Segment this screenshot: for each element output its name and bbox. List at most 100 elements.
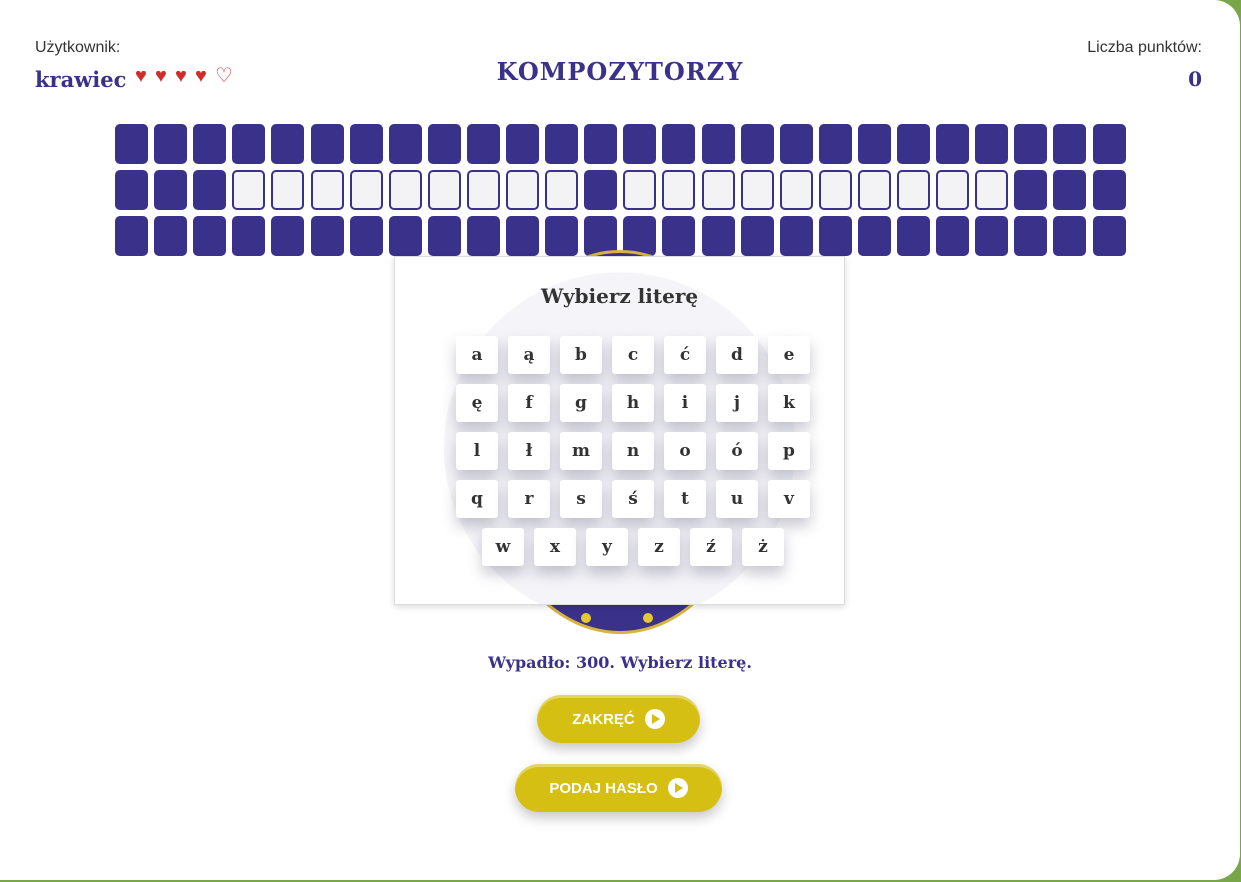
board-tile-filler xyxy=(154,170,187,210)
letter-key[interactable]: z xyxy=(638,528,680,566)
board-tile-filler xyxy=(819,216,852,256)
board-tile-filler xyxy=(350,124,383,164)
board-tile-filler xyxy=(1093,124,1126,164)
board-tile-filler xyxy=(662,216,695,256)
letter-slot-hidden xyxy=(271,170,304,210)
board-tile-filler xyxy=(623,124,656,164)
guess-button-label: PODAJ HASŁO xyxy=(549,779,658,797)
letter-key[interactable]: x xyxy=(534,528,576,566)
spin-button[interactable]: ZAKRĘĆ xyxy=(537,695,700,743)
letter-slot-hidden xyxy=(897,170,930,210)
letter-key[interactable]: p xyxy=(768,432,810,470)
letter-key[interactable]: ę xyxy=(456,384,498,422)
letter-key[interactable]: ź xyxy=(690,528,732,566)
board-tile-filler xyxy=(1014,124,1047,164)
letter-key[interactable]: a xyxy=(456,336,498,374)
board-tile-filler xyxy=(467,216,500,256)
board-tile-filler xyxy=(115,216,148,256)
letter-slot-hidden xyxy=(311,170,344,210)
letter-key[interactable]: b xyxy=(560,336,602,374)
letter-slot-hidden xyxy=(623,170,656,210)
board-tile-filler xyxy=(428,124,461,164)
letter-key[interactable]: r xyxy=(508,480,550,518)
letter-key[interactable]: i xyxy=(664,384,706,422)
letter-key[interactable]: k xyxy=(768,384,810,422)
letter-key[interactable]: m xyxy=(560,432,602,470)
letter-key[interactable]: t xyxy=(664,480,706,518)
board-tile-filler xyxy=(506,124,539,164)
letter-slot-hidden xyxy=(232,170,265,210)
letter-slot-hidden xyxy=(389,170,422,210)
letter-slot-hidden xyxy=(936,170,969,210)
letter-slot-hidden xyxy=(662,170,695,210)
letter-picker-title: Wybierz literę xyxy=(540,284,699,308)
letter-slot-hidden xyxy=(350,170,383,210)
letter-key[interactable]: n xyxy=(612,432,654,470)
board-tile-filler xyxy=(389,216,422,256)
letter-key[interactable]: s xyxy=(560,480,602,518)
letter-slot-hidden xyxy=(545,170,578,210)
board-tile-filler xyxy=(1093,216,1126,256)
letter-key[interactable]: o xyxy=(664,432,706,470)
board-tile-filler xyxy=(858,216,891,256)
board-tile-filler xyxy=(311,124,344,164)
letter-key[interactable]: ć xyxy=(664,336,706,374)
user-label: Użytkownik: xyxy=(35,39,121,56)
letter-key[interactable]: u xyxy=(716,480,758,518)
letter-slot-hidden xyxy=(506,170,539,210)
board-tile-filler xyxy=(545,124,578,164)
board-tile-filler xyxy=(1053,216,1086,256)
letter-key[interactable]: ł xyxy=(508,432,550,470)
board-tile-filler xyxy=(702,216,735,256)
play-icon xyxy=(667,778,688,798)
spin-button-label: ZAKRĘĆ xyxy=(572,710,635,728)
letter-key[interactable]: ą xyxy=(508,336,550,374)
score-value: 0 xyxy=(1188,67,1202,91)
letter-key[interactable]: ż xyxy=(742,528,784,566)
letter-key[interactable]: ś xyxy=(612,480,654,518)
board-tile-filler xyxy=(271,216,304,256)
board-tile-filler xyxy=(232,124,265,164)
guess-password-button[interactable]: PODAJ HASŁO xyxy=(515,764,722,812)
board-tile-filler xyxy=(1014,170,1047,210)
category-title: KOMPOZYTORZY xyxy=(496,57,744,86)
board-tile-filler xyxy=(897,216,930,256)
game-card: Użytkownik: krawiec ♥ ♥ ♥ ♥ ♡ KOMPOZYTORZY L… xyxy=(0,0,1240,880)
board-tile-filler xyxy=(193,170,226,210)
letter-key[interactable]: y xyxy=(586,528,628,566)
board-tile-filler xyxy=(115,170,148,210)
board-tile-filler xyxy=(936,216,969,256)
wheel-peg xyxy=(581,613,591,623)
board-tile-filler xyxy=(780,216,813,256)
board-tile-filler xyxy=(350,216,383,256)
board-tile-filler xyxy=(584,170,617,210)
board-tile-filler xyxy=(936,124,969,164)
letter-key[interactable]: f xyxy=(508,384,550,422)
letter-key[interactable]: h xyxy=(612,384,654,422)
board-tile-filler xyxy=(193,216,226,256)
score-label: Liczba punktów: xyxy=(1087,39,1202,56)
letter-key[interactable]: e xyxy=(768,336,810,374)
board-tile-filler xyxy=(858,124,891,164)
board-tile-filler xyxy=(1014,216,1047,256)
wheel-peg xyxy=(643,613,653,623)
letter-key[interactable]: d xyxy=(716,336,758,374)
board-tile-filler xyxy=(975,216,1008,256)
letter-key[interactable]: w xyxy=(482,528,524,566)
board-tile-filler xyxy=(1053,124,1086,164)
letter-slot-hidden xyxy=(467,170,500,210)
board-tile-filler xyxy=(702,124,735,164)
board-tile-filler xyxy=(975,124,1008,164)
letter-slot-hidden xyxy=(780,170,813,210)
board-tile-filler xyxy=(1093,170,1126,210)
letter-key[interactable]: c xyxy=(612,336,654,374)
letter-key[interactable]: j xyxy=(716,384,758,422)
board-tile-filler xyxy=(232,216,265,256)
letter-slot-hidden xyxy=(819,170,852,210)
letter-key[interactable]: v xyxy=(768,480,810,518)
board-tile-filler xyxy=(897,124,930,164)
letter-key[interactable]: g xyxy=(560,384,602,422)
letter-key[interactable]: l xyxy=(456,432,498,470)
letter-key[interactable]: ó xyxy=(716,432,758,470)
letter-key[interactable]: q xyxy=(456,480,498,518)
